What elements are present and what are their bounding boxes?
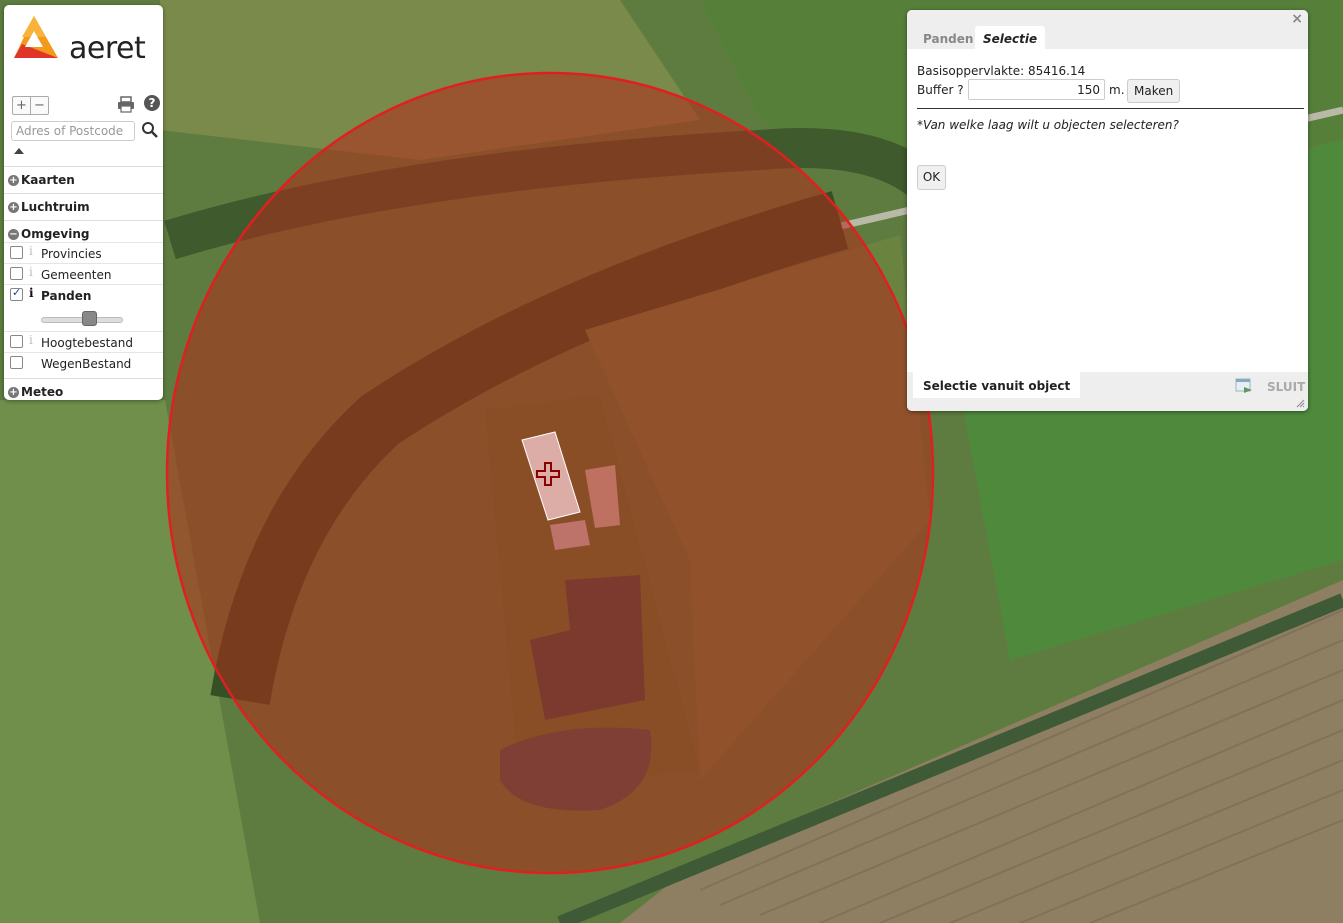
zoom-controls: + − <box>12 96 49 115</box>
info-icon[interactable]: i <box>29 286 34 300</box>
dialog-footer: Selectie vanuit object SLUIT <box>907 372 1308 411</box>
expand-plus-icon: + <box>8 387 19 398</box>
buffer-label: Buffer ? : <box>917 83 972 97</box>
layer-question-text: *Van welke laag wilt u objecten selecter… <box>917 118 1179 132</box>
tab-panden[interactable]: Panden <box>915 26 981 49</box>
layer-item-hoogtebestand: i Hoogtebestand <box>4 331 163 352</box>
zoom-in-button[interactable]: + <box>13 97 30 114</box>
make-buffer-button[interactable]: Maken <box>1127 79 1181 103</box>
layer-sidebar: aeret + − ? + Kaarten + Luchtruim − Omge… <box>4 5 163 400</box>
collapse-minus-icon: − <box>8 229 19 240</box>
close-button[interactable]: SLUIT <box>1267 380 1305 394</box>
section-luchtruim[interactable]: + Luchtruim <box>4 193 163 219</box>
close-x-icon[interactable]: × <box>1291 11 1303 27</box>
ok-button[interactable]: OK <box>917 165 946 190</box>
close-window-icon[interactable] <box>1235 378 1253 395</box>
section-meteo[interactable]: + Meteo <box>4 378 163 400</box>
expand-plus-icon: + <box>8 202 19 213</box>
opacity-slider-handle[interactable] <box>82 311 97 326</box>
info-icon[interactable]: i <box>29 265 33 279</box>
zoom-out-button[interactable]: − <box>30 97 48 114</box>
logo-text: aeret <box>69 31 146 66</box>
info-icon[interactable]: i <box>29 244 33 258</box>
buffer-distance-input[interactable] <box>968 79 1105 100</box>
layer-checkbox[interactable] <box>10 335 23 348</box>
layer-checkbox[interactable] <box>10 356 23 369</box>
search-icon[interactable] <box>141 121 159 139</box>
selection-dialog: Panden Selectie × Basisoppervlakte: 8541… <box>907 10 1308 411</box>
info-icon[interactable]: i <box>29 333 33 347</box>
aeret-logo-icon <box>14 16 58 58</box>
collapse-up-icon[interactable] <box>14 148 24 154</box>
select-from-object-tab[interactable]: Selectie vanuit object <box>913 372 1081 398</box>
dialog-tabbar: Panden Selectie × <box>907 10 1308 49</box>
base-area-text: Basisoppervlakte: 85416.14 <box>917 64 1086 78</box>
divider <box>917 108 1304 109</box>
resize-grip-icon[interactable] <box>1296 399 1305 408</box>
layer-item-gemeenten: i Gemeenten <box>4 263 163 284</box>
buffer-unit: m. <box>1109 83 1125 97</box>
expand-plus-icon: + <box>8 175 19 186</box>
layer-item-wegenbestand: WegenBestand <box>4 352 163 373</box>
layer-checkbox-checked[interactable] <box>10 286 23 301</box>
layer-checkbox[interactable] <box>10 267 23 280</box>
layer-item-provincies: i Provincies <box>4 242 163 263</box>
aeret-logo: aeret <box>12 13 157 69</box>
print-icon[interactable] <box>117 96 135 113</box>
layer-checkbox[interactable] <box>10 246 23 259</box>
section-kaarten[interactable]: + Kaarten <box>4 166 163 192</box>
help-icon[interactable]: ? <box>144 95 160 111</box>
tab-selectie[interactable]: Selectie <box>975 26 1046 49</box>
address-search-input[interactable] <box>11 121 135 141</box>
